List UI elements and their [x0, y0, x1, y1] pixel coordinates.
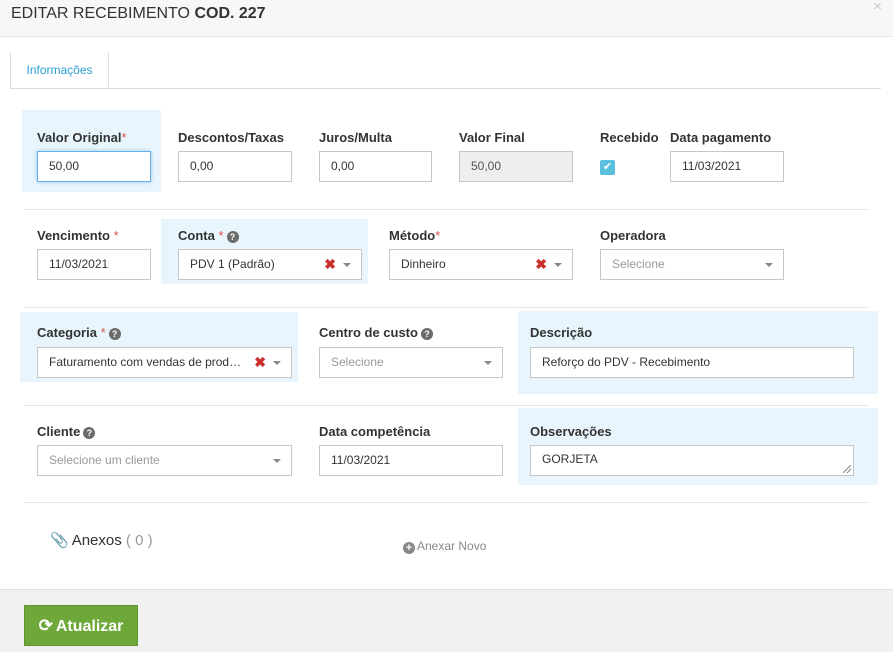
clear-icon[interactable]: ✖ [254, 354, 266, 370]
check-icon: ✔ [602, 161, 613, 173]
anexar-novo-link[interactable]: + Anexar Novo [403, 539, 486, 554]
valor-final-input: 50,00 [459, 151, 573, 182]
row-divider [24, 502, 869, 503]
help-icon[interactable]: ? [226, 231, 239, 243]
title-prefix: EDITAR RECEBIMENTO [11, 5, 190, 22]
row-divider [24, 209, 869, 210]
help-icon[interactable]: ? [420, 328, 433, 340]
help-icon[interactable]: ? [83, 427, 96, 439]
descricao-label: Descrição [530, 325, 593, 340]
chevron-down-icon [343, 263, 351, 267]
tab-informacoes[interactable]: Informações [10, 51, 109, 89]
observacoes-label: Observações [530, 424, 612, 439]
clear-icon[interactable]: ✖ [324, 256, 336, 272]
cliente-label: Cliente? [37, 424, 96, 439]
tab-divider [10, 88, 881, 89]
metodo-value: Dinheiro [401, 257, 446, 271]
row-divider [24, 307, 869, 308]
refresh-icon: ⟳ [38, 616, 53, 635]
categoria-value: Faturamento com vendas de prod… [49, 355, 242, 369]
chevron-down-icon [554, 263, 562, 267]
modal-title: EDITAR RECEBIMENTO COD. 227 [11, 5, 266, 23]
chevron-down-icon [273, 361, 281, 365]
data-competencia-input[interactable]: 11/03/2021 [319, 445, 503, 476]
juros-label: Juros/Multa [319, 130, 392, 145]
vencimento-input[interactable]: 11/03/2021 [37, 249, 151, 280]
anexos-heading: 📎 Anexos ( 0 ) [50, 531, 153, 549]
data-pagamento-label: Data pagamento [670, 130, 772, 145]
data-competencia-label: Data competência [319, 424, 431, 439]
help-icon[interactable]: ? [108, 328, 121, 340]
valor-original-input[interactable]: 50,00 [37, 151, 151, 182]
centro-custo-select[interactable]: Selecione [319, 347, 503, 378]
chevron-down-icon [484, 361, 492, 365]
modal-header: EDITAR RECEBIMENTO COD. 227 × [0, 0, 893, 37]
descontos-input[interactable]: 0,00 [178, 151, 292, 182]
plus-circle-icon: + [403, 542, 415, 554]
vencimento-label: Vencimento * [37, 228, 119, 243]
row-divider [24, 405, 869, 406]
anexos-label: Anexos [71, 532, 122, 549]
metodo-select[interactable]: Dinheiro ✖ [389, 249, 573, 280]
update-button[interactable]: ⟳ Atualizar [24, 605, 138, 646]
chevron-down-icon [273, 459, 281, 463]
descricao-input[interactable]: Reforço do PDV - Recebimento [530, 347, 854, 378]
descontos-label: Descontos/Taxas [178, 130, 284, 145]
update-label: Atualizar [55, 618, 124, 635]
data-pagamento-input[interactable]: 11/03/2021 [670, 151, 784, 182]
anexar-novo-label: Anexar Novo [417, 539, 487, 553]
cliente-select[interactable]: Selecione um cliente [37, 445, 292, 476]
categoria-select[interactable]: Faturamento com vendas de prod… ✖ [37, 347, 292, 378]
operadora-label: Operadora [600, 228, 666, 243]
close-icon[interactable]: × [873, 0, 882, 15]
centro-custo-placeholder: Selecione [331, 355, 384, 369]
modal-footer: ⟳ Atualizar [0, 589, 893, 652]
clear-icon[interactable]: ✖ [535, 256, 547, 272]
cliente-placeholder: Selecione um cliente [49, 453, 160, 467]
operadora-select[interactable]: Selecione [600, 249, 784, 280]
chevron-down-icon [765, 263, 773, 267]
juros-input[interactable]: 0,00 [319, 151, 432, 182]
anexos-count: ( 0 ) [125, 532, 153, 549]
resize-handle[interactable] [843, 465, 851, 473]
valor-final-label: Valor Final [459, 130, 525, 145]
metodo-label: Método* [389, 228, 441, 243]
operadora-placeholder: Selecione [612, 257, 665, 271]
observacoes-value: GORJETA [542, 452, 598, 466]
centro-custo-label: Centro de custo? [319, 325, 433, 340]
recebido-checkbox[interactable]: ✔ [600, 160, 615, 175]
paperclip-icon: 📎 [50, 532, 69, 549]
recebido-label: Recebido [600, 130, 659, 145]
conta-select[interactable]: PDV 1 (Padrão) ✖ [178, 249, 362, 280]
valor-original-label: Valor Original* [37, 130, 127, 145]
conta-value: PDV 1 (Padrão) [190, 257, 275, 271]
observacoes-textarea[interactable]: GORJETA [530, 445, 854, 476]
conta-label: Conta *? [178, 228, 239, 243]
categoria-label: Categoria *? [37, 325, 121, 340]
title-code: COD. 227 [194, 5, 266, 22]
